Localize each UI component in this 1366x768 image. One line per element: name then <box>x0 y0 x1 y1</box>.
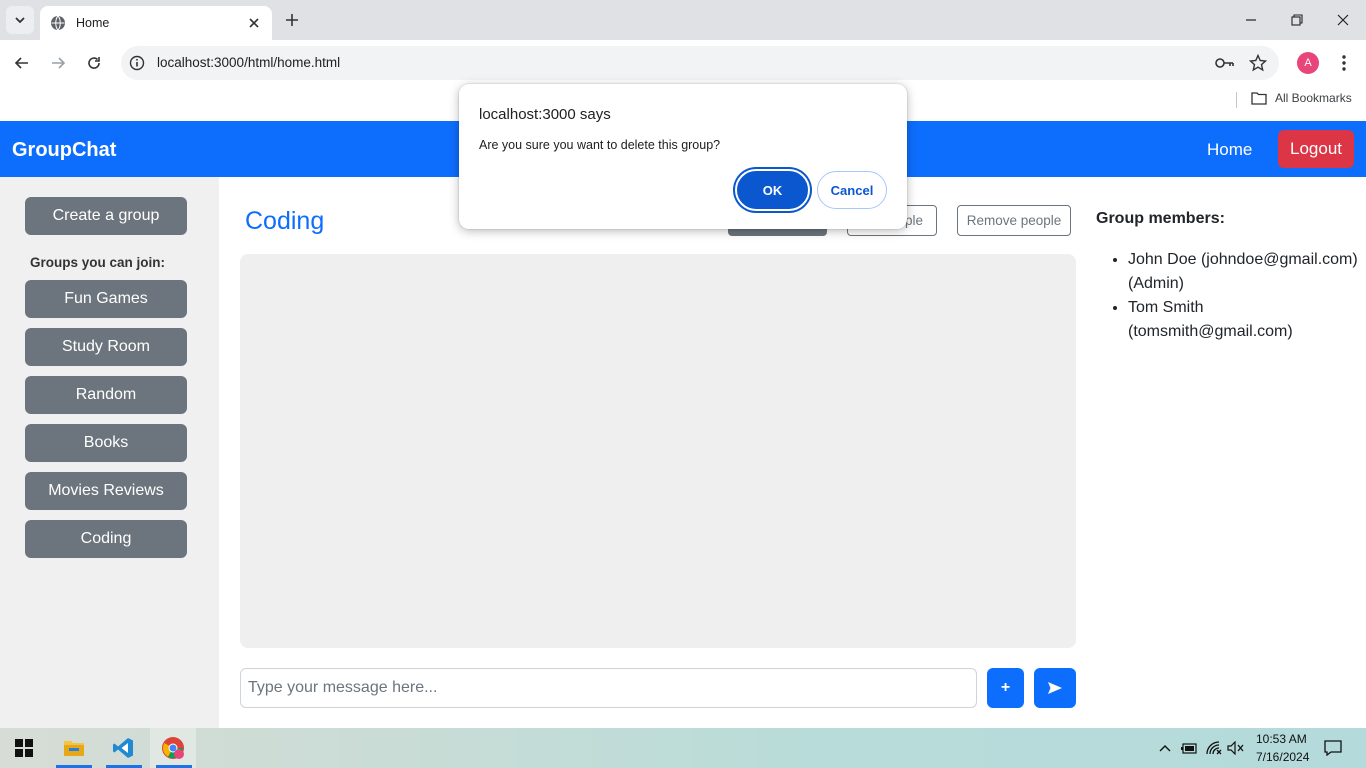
network-icon[interactable] <box>1204 738 1224 758</box>
group-members-list: John Doe (johndoe@gmail.com) (Admin) Tom… <box>1128 248 1358 344</box>
joinable-groups-heading: Groups you can join: <box>30 255 166 270</box>
send-button[interactable] <box>1034 668 1076 708</box>
group-button-random[interactable]: Random <box>25 376 187 414</box>
site-info-icon[interactable] <box>127 53 147 73</box>
group-title: Coding <box>245 207 325 235</box>
battery-icon[interactable] <box>1179 738 1199 758</box>
chat-messages-area[interactable] <box>240 254 1076 648</box>
chrome-taskbar-button[interactable] <box>150 728 196 768</box>
arrow-left-icon <box>14 57 28 69</box>
brand-logo[interactable]: GroupChat <box>12 139 116 162</box>
close-icon <box>1337 14 1349 26</box>
globe-icon <box>51 15 65 31</box>
profile-avatar[interactable]: A <box>1297 52 1319 74</box>
minimize-icon <box>1246 19 1256 21</box>
all-bookmarks-button[interactable]: All Bookmarks <box>1251 91 1352 105</box>
attach-button[interactable]: + <box>987 668 1024 708</box>
group-button-coding[interactable]: Coding <box>25 520 187 558</box>
key-icon[interactable] <box>1214 53 1236 73</box>
nav-home-link[interactable]: Home <box>1207 140 1252 160</box>
group-button-fun-games[interactable]: Fun Games <box>25 280 187 318</box>
create-group-button[interactable]: Create a group <box>25 197 187 235</box>
file-explorer-icon <box>64 741 84 756</box>
more-menu-icon[interactable] <box>1334 52 1354 74</box>
forward-button[interactable] <box>44 49 72 77</box>
volume-muted-icon[interactable] <box>1226 738 1246 758</box>
clock-time[interactable]: 10:53 AM <box>1256 732 1307 746</box>
chevron-down-icon <box>15 17 25 24</box>
bookmarks-divider <box>1236 92 1237 108</box>
remove-people-button[interactable]: Remove people <box>957 205 1071 236</box>
windows-logo-icon <box>15 739 33 757</box>
tab-close-icon[interactable] <box>246 15 262 31</box>
tab-title: Home <box>76 16 110 30</box>
group-members-heading: Group members: <box>1096 210 1225 227</box>
vscode-icon <box>113 738 133 758</box>
show-hidden-icons-chevron-icon[interactable] <box>1155 738 1175 758</box>
message-input[interactable] <box>240 668 977 708</box>
group-button-books[interactable]: Books <box>25 424 187 462</box>
file-explorer-taskbar-button[interactable] <box>51 728 97 768</box>
member-item: Tom Smith (tomsmith@gmail.com) <box>1128 296 1358 344</box>
member-item: John Doe (johndoe@gmail.com) (Admin) <box>1128 248 1358 296</box>
plus-icon <box>286 14 298 26</box>
restore-button[interactable] <box>1274 0 1320 40</box>
new-tab-button[interactable] <box>280 8 304 32</box>
close-window-button[interactable] <box>1320 0 1366 40</box>
bookmark-star-icon[interactable] <box>1248 53 1268 73</box>
clock-date[interactable]: 7/16/2024 <box>1256 750 1309 764</box>
restore-icon <box>1291 14 1303 26</box>
minimize-button[interactable] <box>1228 0 1274 40</box>
back-button[interactable] <box>8 49 36 77</box>
folder-icon <box>1251 92 1267 105</box>
reload-button[interactable] <box>80 49 108 77</box>
tab-search-button[interactable] <box>6 6 34 34</box>
chrome-icon <box>162 737 184 759</box>
send-icon <box>1048 682 1062 694</box>
all-bookmarks-label: All Bookmarks <box>1275 91 1352 105</box>
arrow-right-icon <box>52 57 66 69</box>
logout-button[interactable]: Logout <box>1278 130 1354 168</box>
dialog-title: localhost:3000 says <box>479 106 611 123</box>
dialog-message: Are you sure you want to delete this gro… <box>479 138 721 152</box>
vscode-taskbar-button[interactable] <box>100 728 146 768</box>
dialog-cancel-button[interactable]: Cancel <box>817 171 887 209</box>
start-button[interactable] <box>1 728 47 768</box>
reload-icon <box>88 57 100 69</box>
browser-tab-home[interactable]: Home <box>40 6 272 40</box>
notification-center-icon[interactable] <box>1323 738 1343 758</box>
group-button-study-room[interactable]: Study Room <box>25 328 187 366</box>
dialog-ok-button[interactable]: OK <box>735 169 810 211</box>
group-button-movies-reviews[interactable]: Movies Reviews <box>25 472 187 510</box>
add-people-label: ple <box>905 213 924 228</box>
url-text: localhost:3000/html/home.html <box>157 55 341 70</box>
